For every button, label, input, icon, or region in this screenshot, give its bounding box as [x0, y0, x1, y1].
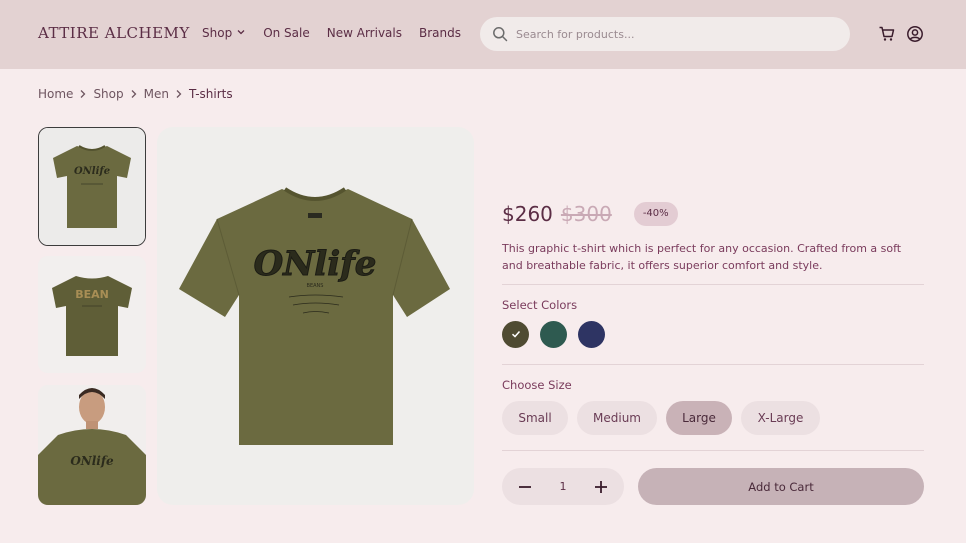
- plus-icon[interactable]: [592, 478, 610, 496]
- search-icon: [492, 26, 508, 42]
- size-large-button[interactable]: Large: [666, 401, 732, 435]
- breadcrumb-home[interactable]: Home: [38, 87, 73, 101]
- original-price: $300: [560, 202, 612, 226]
- size-options: Small Medium Large X-Large: [502, 401, 820, 435]
- breadcrumb-shop[interactable]: Shop: [93, 87, 123, 101]
- user-account-icon[interactable]: [906, 25, 924, 43]
- color-swatch-olive[interactable]: [502, 321, 529, 348]
- brand-logo[interactable]: ATTIRE ALCHEMY: [38, 24, 190, 42]
- discount-badge: -40%: [633, 202, 678, 226]
- svg-text:ONlife: ONlife: [74, 166, 110, 177]
- chevron-down-icon: [236, 26, 246, 40]
- thumbnail-model[interactable]: ONlife: [38, 385, 146, 505]
- tshirt-main-image: ONlife BEANS: [179, 187, 450, 445]
- svg-text:ONlife: ONlife: [254, 244, 377, 284]
- choose-size-label: Choose Size: [502, 378, 572, 392]
- main-product-image: ONlife BEANS: [157, 127, 474, 505]
- minus-icon[interactable]: [516, 478, 534, 496]
- thumbnail-back[interactable]: BEAN: [38, 256, 146, 373]
- color-swatch-navy[interactable]: [578, 321, 605, 348]
- nav-brands[interactable]: Brands: [419, 26, 461, 40]
- divider: [502, 364, 924, 365]
- size-xlarge-button[interactable]: X-Large: [741, 401, 820, 435]
- svg-text:BEANS: BEANS: [307, 283, 324, 289]
- nav-on-sale[interactable]: On Sale: [263, 26, 310, 40]
- model-photo-image: ONlife: [38, 385, 146, 505]
- nav-new-arrivals[interactable]: New Arrivals: [327, 26, 402, 40]
- check-icon: [510, 325, 522, 344]
- tshirt-back-image: BEAN: [38, 256, 146, 373]
- breadcrumb-tshirts: T-shirts: [188, 87, 233, 101]
- quantity-stepper: 1: [502, 468, 624, 505]
- chevron-right-icon: [175, 89, 183, 99]
- divider: [502, 284, 924, 285]
- quantity-value: 1: [559, 480, 567, 493]
- size-small-button[interactable]: Small: [502, 401, 568, 435]
- current-price: $260: [502, 202, 553, 226]
- chevron-right-icon: [79, 89, 87, 99]
- thumbnail-front[interactable]: ONlife: [38, 127, 146, 246]
- tshirt-front-image: ONlife: [39, 128, 145, 245]
- divider: [502, 450, 924, 451]
- nav-shop[interactable]: Shop: [202, 26, 246, 40]
- breadcrumb: Home Shop Men T-shirts: [38, 87, 233, 101]
- color-swatches: [502, 321, 605, 348]
- svg-text:ONlife: ONlife: [70, 454, 114, 468]
- cart-icon[interactable]: [878, 25, 896, 43]
- search-bar[interactable]: [480, 17, 850, 51]
- main-nav: Shop On Sale New Arrivals Brands: [202, 26, 461, 40]
- chevron-right-icon: [130, 89, 138, 99]
- svg-text:BEAN: BEAN: [75, 288, 109, 301]
- top-header: ATTIRE ALCHEMY Shop On Sale New Arrivals…: [0, 0, 966, 69]
- select-colors-label: Select Colors: [502, 298, 578, 312]
- color-swatch-green[interactable]: [540, 321, 567, 348]
- breadcrumb-men[interactable]: Men: [144, 87, 169, 101]
- search-input[interactable]: [516, 27, 816, 41]
- size-medium-button[interactable]: Medium: [577, 401, 657, 435]
- price-row: $260 $300 -40%: [502, 202, 678, 226]
- product-description: This graphic t-shirt which is perfect fo…: [502, 242, 902, 272]
- add-to-cart-button[interactable]: Add to Cart: [638, 468, 924, 505]
- nav-shop-label: Shop: [202, 26, 233, 40]
